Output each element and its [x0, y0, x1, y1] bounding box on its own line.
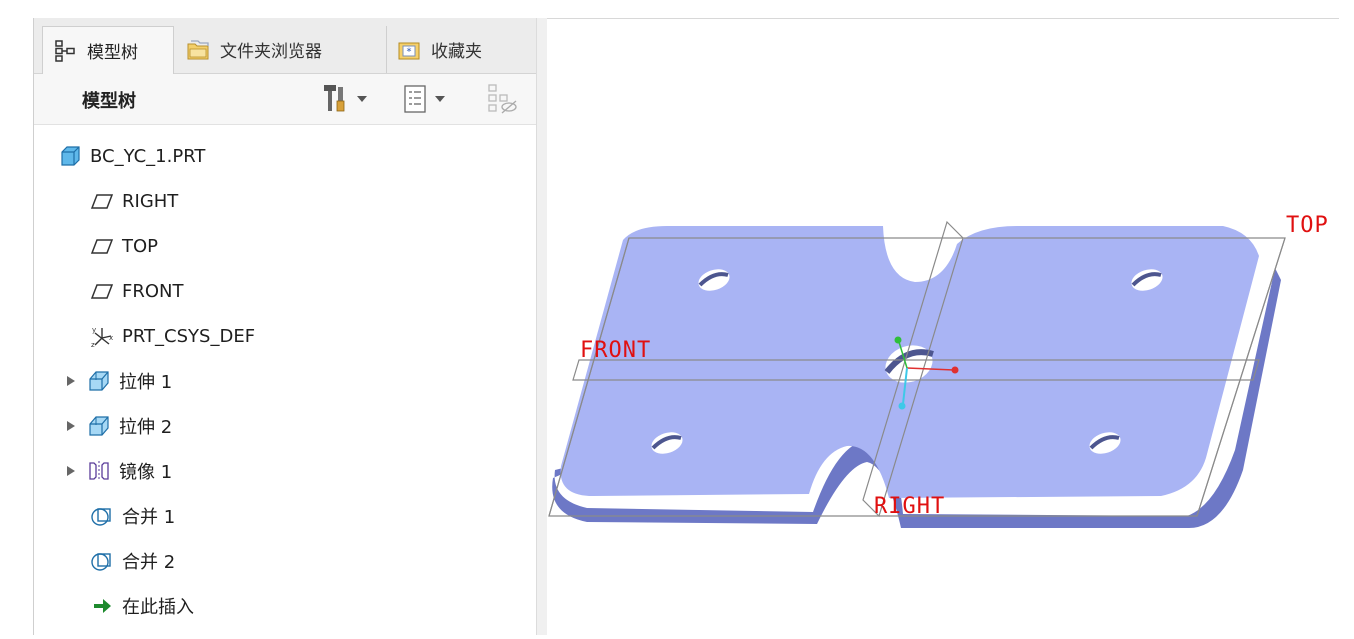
tree-item-label: 镜像 1 [119, 462, 173, 483]
datum-plane-icon [90, 194, 114, 209]
svg-text:x: x [109, 334, 113, 342]
datum-label-top: TOP [1286, 213, 1329, 238]
part-model-view[interactable] [547, 0, 1354, 635]
tab-favorites[interactable]: * 收藏夹 [386, 26, 527, 73]
svg-text:z: z [91, 341, 95, 348]
tree-filter-dropdown-button[interactable] [404, 83, 445, 115]
tree-item-label: FRONT [122, 280, 184, 302]
panel-tab-bar: 模型树 文件夹浏览器 * 收藏夹 [34, 18, 547, 74]
tree-item-merge-1[interactable]: 合并 1 [90, 496, 175, 536]
folder-browser-icon [187, 39, 209, 59]
tree-item-label: 拉伸 1 [119, 372, 173, 393]
coordinate-system-icon: y z x [91, 326, 113, 348]
tree-item-label: 合并 1 [122, 507, 176, 528]
tree-item-label: 在此插入 [122, 597, 194, 618]
tree-item-csys[interactable]: y z x PRT_CSYS_DEF [90, 316, 255, 356]
settings-tools-icon [324, 85, 345, 112]
show-hide-button[interactable] [486, 83, 518, 115]
model-tree-icon [55, 39, 75, 62]
tab-label: 收藏夹 [431, 42, 482, 62]
model-tree-title: 模型树 [82, 91, 136, 112]
merge-icon [91, 508, 111, 526]
part-icon [61, 146, 80, 166]
tab-label: 文件夹浏览器 [220, 42, 322, 62]
show-hide-icon [488, 84, 517, 114]
tree-item-merge-2[interactable]: 合并 2 [90, 541, 175, 581]
chevron-down-icon [435, 96, 445, 102]
graphics-viewport[interactable] [547, 0, 1354, 635]
model-tree-panel: 模型树 文件夹浏览器 * 收藏夹 模型树 BC_YC_1.PRT RIGHT T… [33, 18, 548, 635]
insert-here-icon [94, 599, 111, 613]
tree-item-extrude-2[interactable]: 拉伸 2 [67, 406, 172, 446]
tree-item-insert-here[interactable]: 在此插入 [90, 586, 194, 626]
tree-item-extrude-1[interactable]: 拉伸 1 [67, 361, 172, 401]
expand-arrow-icon[interactable] [67, 376, 75, 386]
mirror-icon [89, 461, 109, 481]
tree-item-label: TOP [122, 235, 159, 257]
tab-model-tree[interactable]: 模型树 [42, 26, 174, 74]
tree-item-front-plane[interactable]: FRONT [90, 271, 184, 311]
tab-folder-browser[interactable]: 文件夹浏览器 [176, 26, 386, 73]
datum-plane-icon [90, 284, 114, 299]
datum-plane-icon [90, 239, 114, 254]
tree-item-label: 拉伸 2 [119, 417, 173, 438]
tree-filter-icon [404, 85, 426, 113]
svg-text:y: y [92, 326, 96, 334]
model-tree-toolbar: 模型树 [34, 74, 547, 125]
left-margin [0, 0, 33, 635]
expand-arrow-icon[interactable] [67, 466, 75, 476]
viewport-top-border [547, 18, 1339, 19]
tree-item-label: 合并 2 [122, 552, 176, 573]
datum-label-right: RIGHT [874, 494, 946, 519]
tree-item-right-plane[interactable]: RIGHT [90, 181, 178, 221]
favorites-icon: * [398, 42, 420, 59]
tree-item-part[interactable]: BC_YC_1.PRT [58, 136, 205, 176]
chevron-down-icon [357, 96, 367, 102]
svg-text:*: * [407, 46, 412, 57]
merge-icon [91, 553, 111, 571]
settings-dropdown-button[interactable] [322, 83, 367, 115]
tree-item-top-plane[interactable]: TOP [90, 226, 158, 266]
tree-item-label: PRT_CSYS_DEF [122, 325, 256, 347]
model-tree-scrollbar[interactable] [536, 18, 547, 635]
tab-label: 模型树 [87, 43, 138, 63]
datum-label-front: FRONT [580, 338, 652, 363]
extrude-icon [89, 416, 109, 436]
extrude-icon [89, 371, 109, 391]
tree-item-mirror-1[interactable]: 镜像 1 [67, 451, 172, 491]
expand-arrow-icon[interactable] [67, 421, 75, 431]
tree-item-label: BC_YC_1.PRT [90, 145, 206, 167]
tree-item-label: RIGHT [122, 190, 179, 212]
